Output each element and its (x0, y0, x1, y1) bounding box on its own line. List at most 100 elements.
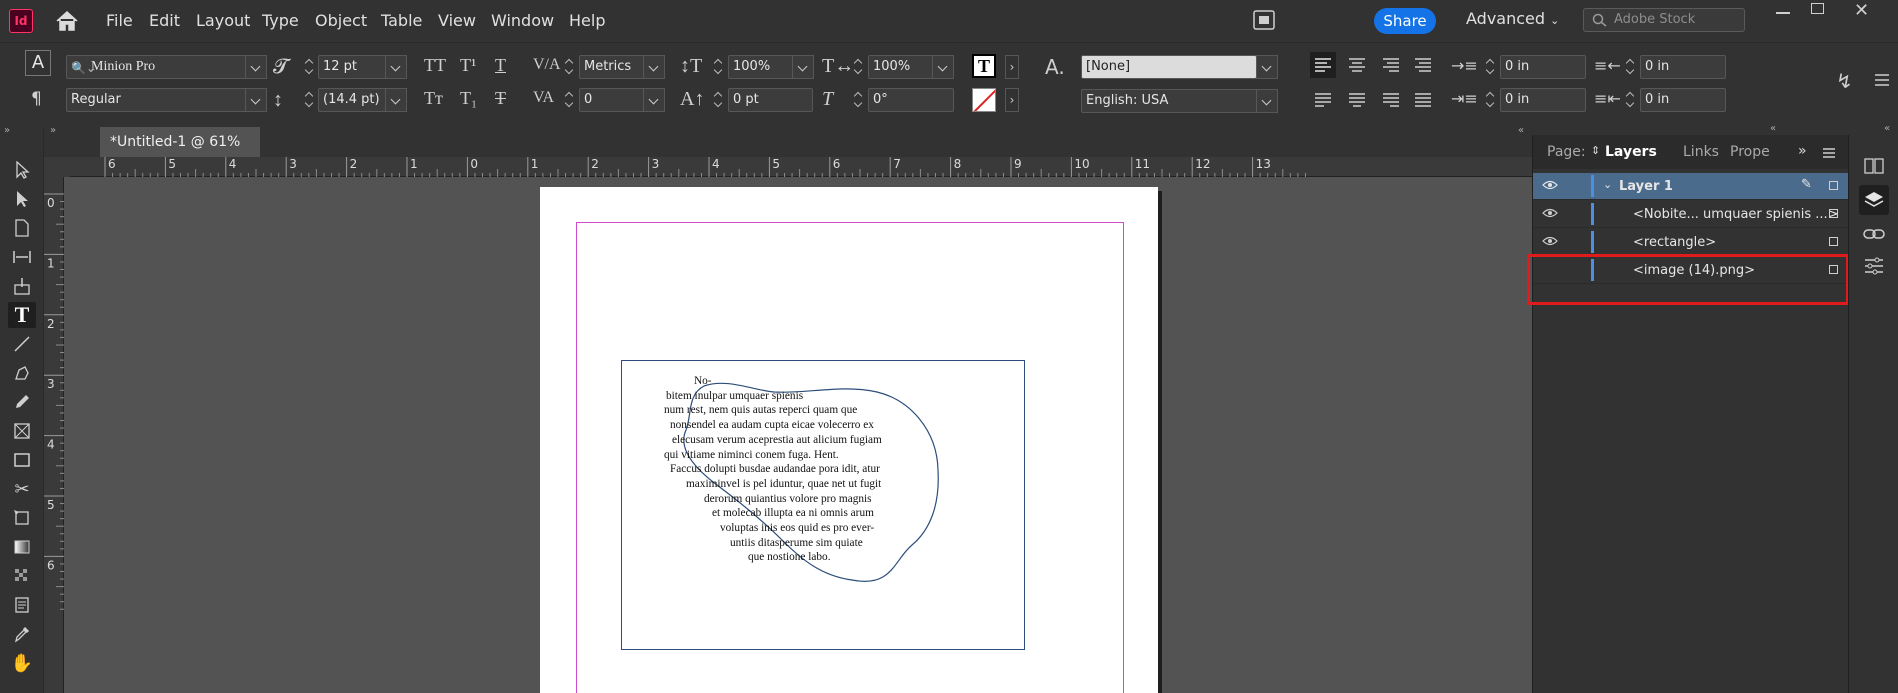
underline-icon[interactable]: T (495, 55, 506, 76)
first-line-indent-field[interactable]: 0 in (1500, 88, 1586, 112)
character-style-field[interactable]: [None] (1081, 55, 1257, 79)
align-towards-spine-icon[interactable] (1410, 52, 1436, 78)
menu-file[interactable]: File (106, 11, 133, 30)
page-tool-icon[interactable] (8, 215, 36, 241)
menu-help[interactable]: Help (569, 11, 605, 30)
ruler-origin[interactable] (44, 157, 70, 177)
direct-selection-tool-icon[interactable] (8, 186, 36, 212)
more-tabs-icon[interactable]: » (1798, 143, 1807, 159)
panel-menu-icon[interactable] (1874, 73, 1890, 87)
pencil-tool-icon[interactable] (8, 389, 36, 415)
tracking-stepper[interactable] (562, 88, 576, 112)
eyedropper-tool-icon[interactable] (8, 621, 36, 647)
menu-object[interactable]: Object (315, 11, 367, 30)
object-select-square[interactable] (1829, 237, 1838, 246)
stroke-arrow-icon[interactable]: › (1005, 88, 1019, 112)
font-size-field[interactable]: 12 pt (318, 55, 388, 79)
menu-edit[interactable]: Edit (149, 11, 180, 30)
content-collector-tool-icon[interactable] (8, 273, 36, 299)
baseline-shift-stepper[interactable] (711, 88, 725, 112)
menu-view[interactable]: View (438, 11, 476, 30)
layers-panel-icon[interactable] (1859, 185, 1889, 215)
publish-online-icon[interactable] (1253, 10, 1275, 30)
font-family-dropdown[interactable] (245, 55, 267, 79)
right-indent-field[interactable]: 0 in (1640, 55, 1726, 79)
layer-select-square[interactable] (1829, 181, 1838, 190)
vertical-ruler[interactable]: 0 1 2 3 4 5 6 (44, 177, 64, 693)
menu-layout[interactable]: Layout (196, 11, 250, 30)
collapse-toolbar-icon[interactable]: » (4, 125, 10, 136)
layer-row-layer-1[interactable]: ⌄ Layer 1 ✎ (1533, 173, 1849, 200)
leading-field[interactable]: (14.4 pt) (318, 88, 388, 112)
small-caps-icon[interactable]: Tт (424, 88, 443, 109)
skew-stepper[interactable] (851, 88, 865, 112)
workspace-switcher[interactable]: Advanced ⌄ (1466, 9, 1559, 28)
rectangle-tool-icon[interactable] (8, 447, 36, 473)
pages-panel-icon[interactable] (1859, 151, 1889, 181)
vertical-scale-stepper[interactable] (711, 55, 725, 79)
tab-properties[interactable]: Prope (1730, 144, 1770, 160)
tracking-dropdown[interactable] (643, 88, 665, 112)
leading-stepper[interactable] (302, 88, 316, 112)
layers-panel-menu-icon[interactable] (1822, 147, 1836, 159)
menu-type[interactable]: Type (262, 11, 299, 30)
share-button[interactable]: Share (1374, 8, 1436, 34)
horizontal-ruler[interactable]: 6 5 4 3 2 1 0 1 2 3 4 5 6 7 8 9 10 11 12 13 (70, 157, 1532, 177)
close-window-icon[interactable]: ✕ (1854, 0, 1869, 21)
pen-tool-icon[interactable] (8, 360, 36, 386)
font-size-stepper[interactable] (302, 55, 316, 79)
type-tool-icon[interactable]: T (8, 302, 36, 328)
language-field[interactable]: English: USA (1081, 89, 1277, 113)
quick-apply-icon[interactable]: ↯ (1836, 69, 1853, 93)
tab-layers[interactable]: Layers (1605, 144, 1657, 160)
visibility-eye-icon[interactable] (1542, 180, 1558, 190)
expand-layer-icon[interactable]: ⌄ (1603, 178, 1612, 191)
collapse-left-icon[interactable]: » (50, 125, 56, 136)
links-panel-icon[interactable] (1859, 219, 1889, 249)
visibility-eye-icon[interactable] (1542, 208, 1558, 218)
vertical-scale-dropdown[interactable] (792, 55, 814, 79)
swatch-arrow-icon[interactable]: › (1005, 55, 1019, 79)
horizontal-scale-field[interactable]: 100% (868, 55, 940, 79)
justify-center-icon[interactable] (1344, 87, 1370, 113)
last-line-indent-stepper[interactable] (1623, 88, 1637, 112)
kerning-dropdown[interactable] (643, 55, 665, 79)
font-style-dropdown[interactable] (245, 88, 267, 112)
workspace-label[interactable]: Advanced (1466, 9, 1545, 28)
stroke-none-icon[interactable] (972, 88, 996, 112)
last-line-indent-field[interactable]: 0 in (1640, 88, 1726, 112)
gradient-swatch-tool-icon[interactable] (8, 534, 36, 560)
gap-tool-icon[interactable] (8, 244, 36, 270)
left-indent-stepper[interactable] (1483, 55, 1497, 79)
selection-tool-icon[interactable] (8, 157, 36, 183)
justify-right-icon[interactable] (1378, 87, 1404, 113)
all-caps-icon[interactable]: TT (424, 55, 446, 76)
collapse-dock-icon[interactable]: « (1884, 123, 1890, 134)
object-name[interactable]: <rectangle> (1633, 235, 1716, 250)
font-size-dropdown[interactable] (385, 55, 407, 79)
line-tool-icon[interactable] (8, 331, 36, 357)
minimize-window-icon[interactable] (1776, 12, 1790, 14)
right-indent-stepper[interactable] (1623, 55, 1637, 79)
object-name[interactable]: <Nobite... umquaer spienis ...> (1633, 207, 1839, 222)
font-family-field[interactable]: 🔍⌄ Minion Pro (66, 55, 248, 79)
horizontal-scale-dropdown[interactable] (932, 55, 954, 79)
rectangle-frame-tool-icon[interactable] (8, 418, 36, 444)
tab-pages[interactable]: Page: (1547, 144, 1586, 160)
tab-links[interactable]: Links (1683, 144, 1719, 160)
horizontal-scale-stepper[interactable] (851, 55, 865, 79)
vertical-scale-field[interactable]: 100% (728, 55, 800, 79)
skew-field[interactable]: 0° (868, 88, 954, 112)
superscript-icon[interactable]: T¹ (460, 55, 476, 76)
hand-tool-icon[interactable]: ✋ (8, 650, 36, 676)
font-style-field[interactable]: Regular (66, 88, 248, 112)
align-left-icon[interactable] (1310, 52, 1336, 78)
note-tool-icon[interactable] (8, 592, 36, 618)
layer-row-text-frame[interactable]: <Nobite... umquaer spienis ...> (1533, 201, 1849, 228)
tracking-field[interactable]: 0 (579, 88, 645, 112)
properties-panel-icon[interactable] (1859, 251, 1889, 281)
document-tab[interactable]: *Untitled-1 @ 61% ✕ (100, 127, 260, 175)
gradient-feather-tool-icon[interactable] (8, 563, 36, 589)
language-dropdown[interactable] (1256, 89, 1278, 113)
text-story[interactable]: No-bitem inulpar umquaer spienis num rest… (664, 374, 964, 565)
